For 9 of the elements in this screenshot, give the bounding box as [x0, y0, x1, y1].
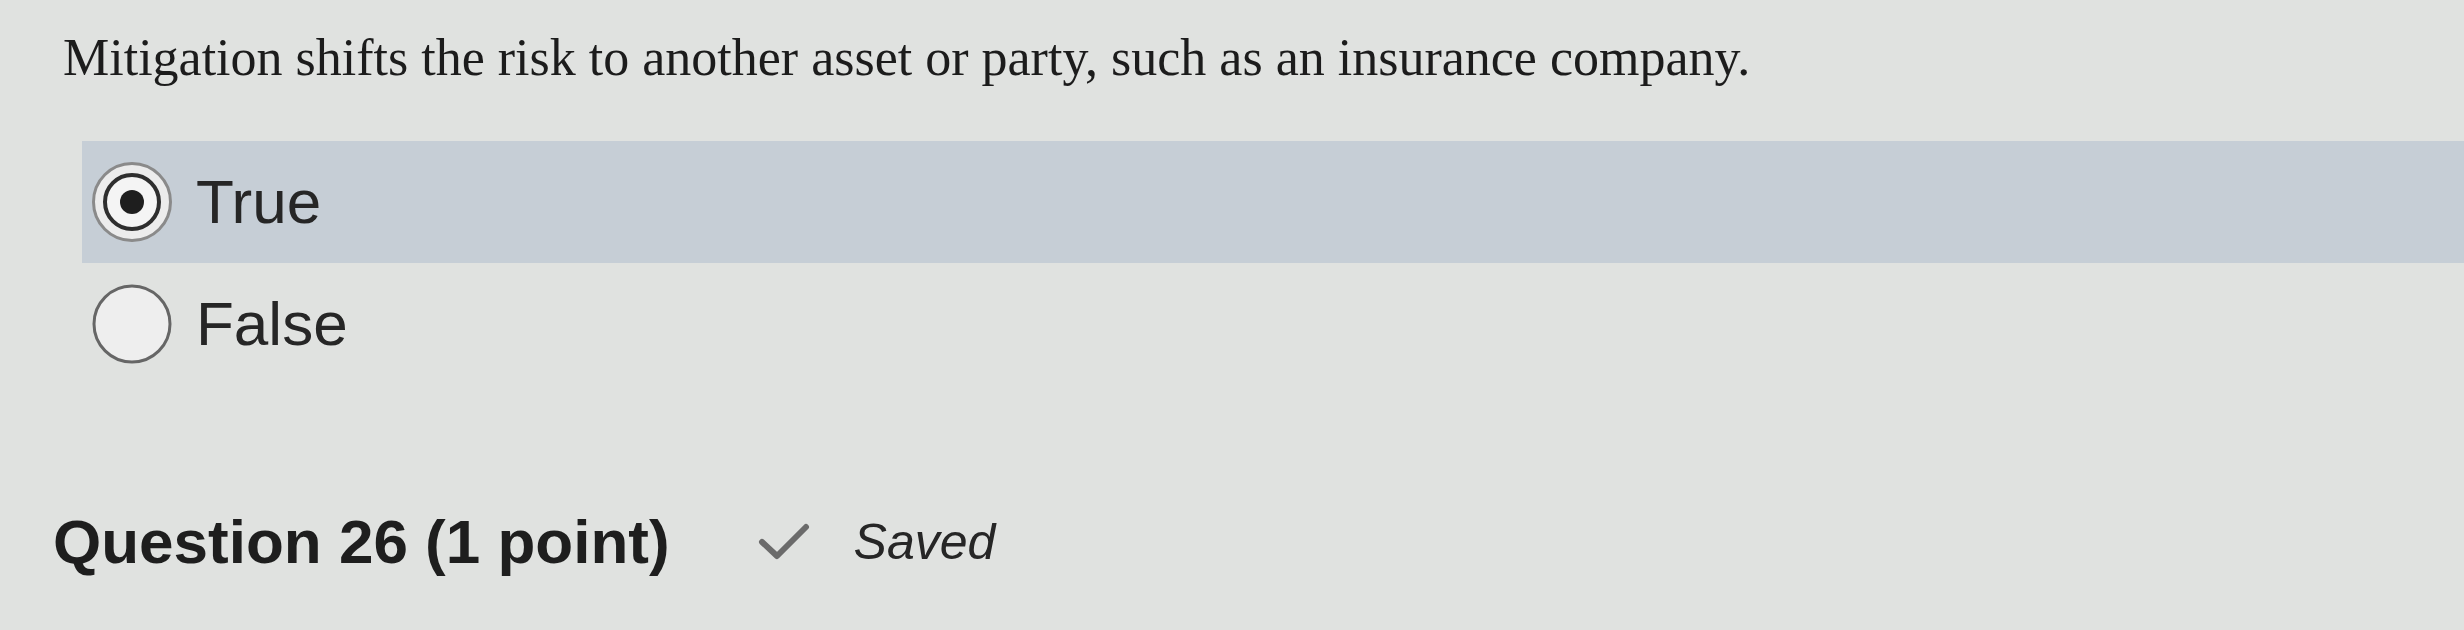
radio-button[interactable]	[92, 284, 172, 364]
saved-status: Saved	[853, 513, 996, 572]
option-label[interactable]: False	[196, 288, 348, 360]
option-label[interactable]: True	[196, 166, 322, 238]
question-text: Mitigation shifts the risk to another asset or party, such as an insurance company.	[63, 28, 1751, 88]
question-heading: Question 26 (1 point)	[53, 506, 670, 578]
selected-answer-highlight[interactable]: True	[82, 141, 2464, 263]
radio-button[interactable]	[92, 162, 172, 242]
checkmark-icon	[757, 523, 810, 561]
